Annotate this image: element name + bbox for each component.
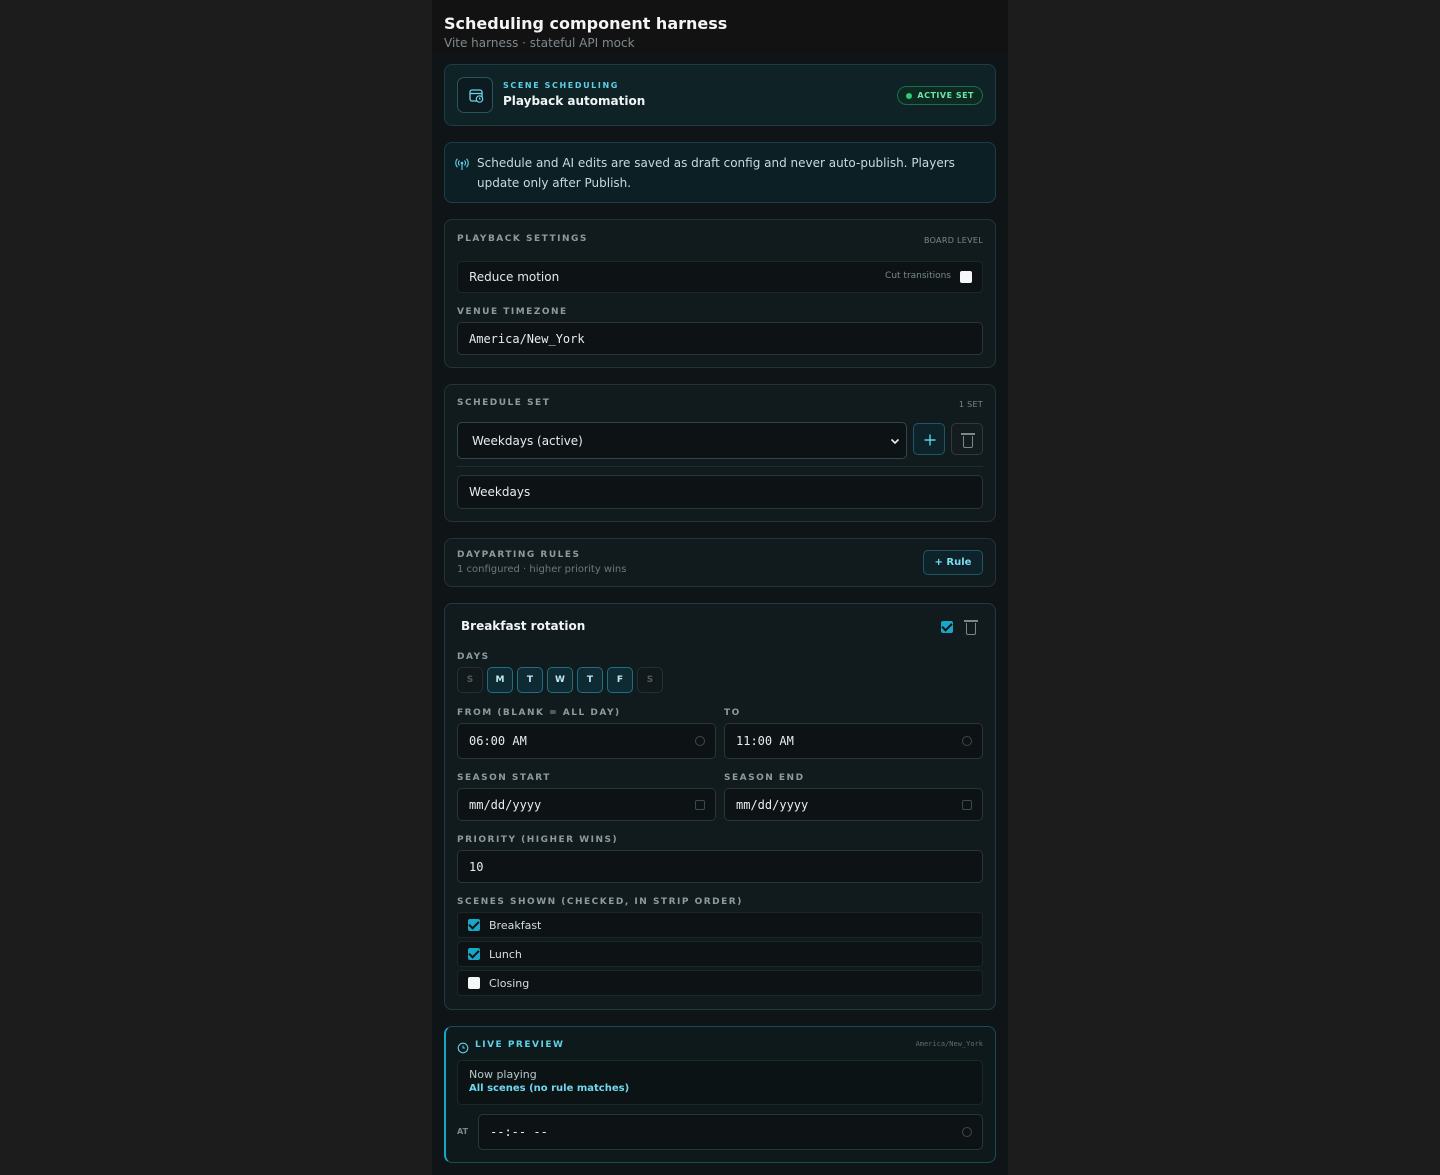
- at-label: AT: [457, 1127, 469, 1136]
- preview-time-value: --:-- --: [490, 1125, 548, 1139]
- venue-timezone-input[interactable]: America/New_York: [457, 322, 983, 355]
- active-set-badge: ACTIVE SET: [897, 86, 983, 105]
- to-time-input[interactable]: 11:00 AM: [724, 723, 983, 759]
- days-picker: S M T W T F S: [457, 667, 677, 693]
- rule-title: Breakfast rotation: [461, 619, 586, 633]
- day-toggle-fri[interactable]: F: [607, 667, 633, 693]
- venue-timezone-label: VENUE TIMEZONE: [457, 307, 568, 317]
- schedule-set-label: SCHEDULE SET: [457, 398, 551, 408]
- plus-icon: [924, 434, 936, 446]
- page-title: Scheduling component harness: [444, 14, 728, 33]
- season-end-input[interactable]: mm/dd/yyyy: [724, 788, 983, 821]
- clock-icon: [695, 736, 705, 746]
- from-time-input[interactable]: 06:00 AM: [457, 723, 716, 759]
- reduce-motion-label: Reduce motion: [469, 270, 560, 284]
- calendar-clock-icon: [457, 77, 493, 113]
- season-start-value: mm/dd/yyyy: [469, 797, 542, 812]
- harness-column: Scheduling component harness Vite harnes…: [432, 0, 1008, 1175]
- scene-checkbox[interactable]: [468, 919, 480, 931]
- scene-row-breakfast[interactable]: Breakfast: [457, 912, 983, 938]
- scheduling-header-card: SCENE SCHEDULING Playback automation ACT…: [444, 64, 996, 126]
- scene-checkbox[interactable]: [468, 948, 480, 960]
- schedule-set-selected: Weekdays (active): [472, 433, 583, 448]
- season-end-value: mm/dd/yyyy: [736, 797, 809, 812]
- from-time-value: 06:00 AM: [469, 734, 527, 748]
- days-label: DAYS: [457, 652, 490, 662]
- playback-settings-card: PLAYBACK SETTINGS BOARD LEVEL Reduce mot…: [444, 219, 996, 368]
- scene-name: Breakfast: [489, 918, 542, 932]
- calendar-icon: [962, 799, 972, 810]
- scene-name: Closing: [489, 976, 530, 990]
- set-name-input[interactable]: Weekdays: [457, 475, 983, 509]
- delete-rule-trash-icon[interactable]: [964, 620, 978, 635]
- preview-time-input[interactable]: --:-- --: [478, 1114, 983, 1150]
- now-playing-label: Now playing: [469, 1068, 537, 1081]
- add-set-button[interactable]: [913, 423, 945, 455]
- scene-row-lunch[interactable]: Lunch: [457, 941, 983, 967]
- calendar-icon: [695, 799, 705, 810]
- delete-set-button[interactable]: [951, 423, 983, 455]
- trash-icon: [961, 433, 975, 448]
- priority-input[interactable]: 10: [457, 850, 983, 883]
- schedule-set-card: SCHEDULE SET 1 SET Weekdays (active) Wee…: [444, 384, 996, 522]
- day-toggle-sun[interactable]: S: [457, 667, 483, 693]
- set-divider: [457, 466, 983, 467]
- venue-timezone-value: America/New_York: [469, 331, 585, 346]
- now-playing-panel: Now playing All scenes (no rule matches): [457, 1060, 983, 1105]
- cut-transitions-checkbox[interactable]: [960, 271, 972, 283]
- live-preview-label: LIVE PREVIEW: [475, 1040, 565, 1050]
- dayparting-label: DAYPARTING RULES: [457, 550, 581, 560]
- add-rule-label: + Rule: [934, 557, 972, 568]
- season-start-label: SEASON START: [457, 773, 551, 783]
- set-name-value: Weekdays: [469, 485, 531, 499]
- set-count-meta: 1 SET: [958, 400, 983, 409]
- now-playing-value: All scenes (no rule matches): [469, 1083, 630, 1094]
- active-set-badge-label: ACTIVE SET: [917, 91, 974, 100]
- scene-checkbox[interactable]: [468, 977, 480, 989]
- priority-value: 10: [469, 859, 484, 874]
- preview-timezone: America/New_York: [915, 1040, 983, 1048]
- board-level-meta: BOARD LEVEL: [923, 236, 983, 245]
- schedule-set-select[interactable]: Weekdays (active): [457, 422, 907, 459]
- rule-enabled-checkbox[interactable]: [941, 621, 953, 633]
- day-toggle-mon[interactable]: M: [487, 667, 513, 693]
- page-header: Scheduling component harness Vite harnes…: [432, 0, 1008, 52]
- day-toggle-thu[interactable]: T: [577, 667, 603, 693]
- clock-icon: [962, 736, 972, 746]
- dayparting-sub: 1 configured · higher priority wins: [457, 564, 627, 575]
- day-toggle-wed[interactable]: W: [547, 667, 573, 693]
- priority-label: PRIORITY (HIGHER WINS): [457, 835, 619, 845]
- draft-notice-text: Schedule and AI edits are saved as draft…: [477, 156, 955, 190]
- reduce-motion-row: Reduce motion Cut transitions: [457, 261, 983, 293]
- playback-settings-label: PLAYBACK SETTINGS: [457, 234, 588, 244]
- live-preview-card: LIVE PREVIEW America/New_York Now playin…: [444, 1026, 996, 1163]
- add-rule-button[interactable]: + Rule: [923, 550, 983, 575]
- dayparting-card: DAYPARTING RULES 1 configured · higher p…: [444, 538, 996, 587]
- scheduling-title: Playback automation: [503, 94, 646, 108]
- day-toggle-sat[interactable]: S: [637, 667, 663, 693]
- scene-row-closing[interactable]: Closing: [457, 970, 983, 996]
- draft-notice: Schedule and AI edits are saved as draft…: [444, 142, 996, 203]
- scheduling-eyebrow: SCENE SCHEDULING: [503, 81, 619, 90]
- from-label: FROM (BLANK = ALL DAY): [457, 708, 621, 718]
- clock-icon: [962, 1127, 972, 1137]
- chevron-down-icon: [890, 435, 900, 450]
- season-start-input[interactable]: mm/dd/yyyy: [457, 788, 716, 821]
- clock-icon: [457, 1039, 469, 1058]
- day-toggle-tue[interactable]: T: [517, 667, 543, 693]
- broadcast-icon: [455, 156, 469, 175]
- scenes-shown-label: SCENES SHOWN (CHECKED, IN STRIP ORDER): [457, 897, 743, 907]
- page-subtitle: Vite harness · stateful API mock: [444, 36, 635, 50]
- to-label: TO: [724, 708, 741, 718]
- season-end-label: SEASON END: [724, 773, 805, 783]
- scene-name: Lunch: [489, 947, 522, 961]
- cut-transitions-label: Cut transitions: [885, 271, 951, 281]
- to-time-value: 11:00 AM: [736, 734, 794, 748]
- status-dot-icon: [906, 93, 913, 99]
- rule-card: Breakfast rotation DAYS S M T W T F S FR…: [444, 603, 996, 1010]
